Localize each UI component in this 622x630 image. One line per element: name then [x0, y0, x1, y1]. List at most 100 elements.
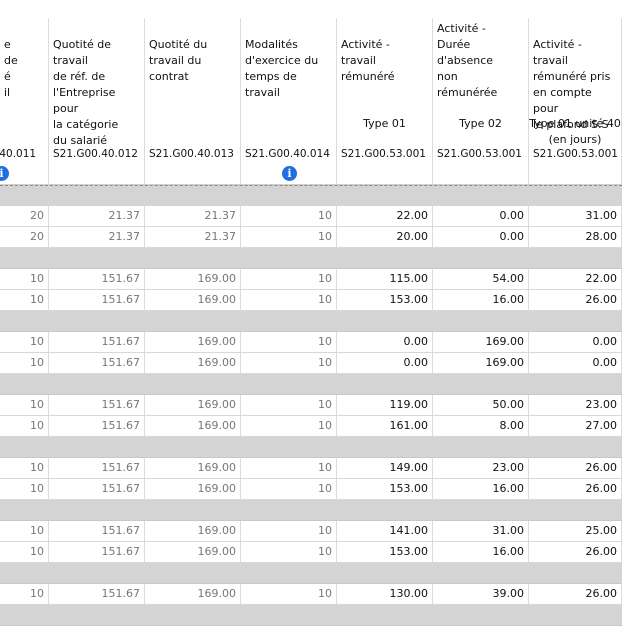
table-cell: 169.00 — [145, 521, 241, 541]
column-code: S21.G00.53.001 — [533, 148, 618, 160]
table-cell: 10 — [241, 458, 337, 478]
table-cell: 130.00 — [337, 584, 433, 604]
header-separator-row — [0, 185, 622, 206]
table-cell: 10 — [241, 395, 337, 415]
table-cell: 26.00 — [529, 542, 622, 562]
table-cell: 141.00 — [337, 521, 433, 541]
table-cell: 20 — [0, 206, 49, 226]
table-row[interactable]: 10 151.67 169.00 10 149.00 23.00 26.00 — [0, 458, 622, 479]
table-row[interactable]: 10 151.67 169.00 10 153.00 16.00 26.00 — [0, 542, 622, 563]
table-cell: 169.00 — [145, 269, 241, 289]
table-cell: 151.67 — [49, 584, 145, 604]
column-header-1[interactable]: Quotité de travail de réf. de l'Entrepri… — [49, 18, 145, 184]
table-cell: 10 — [0, 395, 49, 415]
column-code: .40.011 — [0, 148, 37, 160]
table-cell: 169.00 — [145, 479, 241, 499]
table-cell: 161.00 — [337, 416, 433, 436]
table-row[interactable]: 10 151.67 169.00 10 119.00 50.00 23.00 — [0, 395, 622, 416]
table-cell: 153.00 — [337, 290, 433, 310]
table-cell: 10 — [241, 521, 337, 541]
column-code: S21.G00.53.001 — [437, 148, 522, 160]
table-cell: 10 — [0, 521, 49, 541]
column-header-0[interactable]: e de é il .40.011 i — [0, 18, 49, 184]
column-title: e de é il — [4, 38, 18, 99]
table-cell: 16.00 — [433, 290, 529, 310]
table-cell: 169.00 — [433, 332, 529, 352]
table-cell: 169.00 — [145, 458, 241, 478]
table-cell: 169.00 — [145, 542, 241, 562]
column-header-6[interactable]: Activité - travail rémunéré pris en comp… — [529, 18, 622, 184]
table-cell: 20 — [0, 227, 49, 247]
table-cell: 151.67 — [49, 479, 145, 499]
group-separator-row — [0, 437, 622, 458]
table-cell: 10 — [0, 290, 49, 310]
grid-body: 20 21.37 21.37 10 22.00 0.00 31.00 20 21.37 21.37… — [0, 206, 622, 626]
table-cell: 0.00 — [337, 353, 433, 373]
table-cell: 26.00 — [529, 458, 622, 478]
column-header-2[interactable]: Quotité du travail du contrat S21.G00.40.… — [145, 18, 241, 184]
group-separator-row — [0, 374, 622, 395]
table-cell: 20.00 — [337, 227, 433, 247]
column-header-5[interactable]: Activité - Durée d'absence non rémunérée… — [433, 18, 529, 184]
table-cell: 0.00 — [337, 332, 433, 352]
table-row[interactable]: 10 151.67 169.00 10 153.00 16.00 26.00 — [0, 290, 622, 311]
info-icon[interactable]: i — [282, 166, 297, 181]
table-cell: 10 — [0, 458, 49, 478]
table-cell: 27.00 — [529, 416, 622, 436]
table-cell: 10 — [241, 353, 337, 373]
table-cell: 16.00 — [433, 542, 529, 562]
table-cell: 21.37 — [49, 206, 145, 226]
table-cell: 8.00 — [433, 416, 529, 436]
table-cell: 0.00 — [433, 206, 529, 226]
column-header-4[interactable]: Activité - travail rémunéré Type 01 S21.G0… — [337, 18, 433, 184]
column-title: Activité - Durée d'absence non rémunérée — [437, 22, 498, 99]
column-code: S21.G00.53.001 — [341, 148, 426, 160]
column-type: Type 01 — [363, 117, 406, 130]
column-title: Quotité du travail du contrat — [149, 38, 208, 83]
table-cell: 22.00 — [529, 269, 622, 289]
group-separator-row — [0, 500, 622, 521]
table-cell: 151.67 — [49, 458, 145, 478]
table-cell: 54.00 — [433, 269, 529, 289]
group-separator-row — [0, 605, 622, 626]
table-row[interactable]: 10 151.67 169.00 10 141.00 31.00 25.00 — [0, 521, 622, 542]
table-cell: 153.00 — [337, 542, 433, 562]
table-row[interactable]: 20 21.37 21.37 10 20.00 0.00 28.00 — [0, 227, 622, 248]
column-title: Quotité de travail de réf. de l'Entrepri… — [53, 38, 119, 147]
table-row[interactable]: 10 151.67 169.00 10 161.00 8.00 27.00 — [0, 416, 622, 437]
table-cell: 169.00 — [145, 584, 241, 604]
table-cell: 151.67 — [49, 269, 145, 289]
table-cell: 10 — [0, 542, 49, 562]
column-header-3[interactable]: Modalités d'exercice du temps de travail… — [241, 18, 337, 184]
table-cell: 23.00 — [529, 395, 622, 415]
column-type: Type 02 — [459, 117, 502, 130]
table-cell: 10 — [0, 416, 49, 436]
table-row[interactable]: 10 151.67 169.00 10 0.00 169.00 0.00 — [0, 332, 622, 353]
table-row[interactable]: 20 21.37 21.37 10 22.00 0.00 31.00 — [0, 206, 622, 227]
column-code: S21.G00.40.012 — [53, 148, 138, 160]
table-cell: 10 — [241, 542, 337, 562]
table-cell: 10 — [0, 269, 49, 289]
table-row[interactable]: 10 151.67 169.00 10 153.00 16.00 26.00 — [0, 479, 622, 500]
data-grid: e de é il .40.011 i Quotité de travail de r… — [0, 18, 622, 626]
table-row[interactable]: 10 151.67 169.00 10 115.00 54.00 22.00 — [0, 269, 622, 290]
table-cell: 169.00 — [145, 395, 241, 415]
table-row[interactable]: 10 151.67 169.00 10 130.00 39.00 26.00 — [0, 584, 622, 605]
column-title: Modalités d'exercice du temps de travail — [245, 38, 319, 99]
column-title: Activité - travail rémunéré — [341, 38, 395, 83]
table-cell: 10 — [241, 584, 337, 604]
table-cell: 39.00 — [433, 584, 529, 604]
column-type: Type 01 unité 40 (en jours) — [529, 117, 621, 146]
table-cell: 115.00 — [337, 269, 433, 289]
table-cell: 10 — [241, 332, 337, 352]
info-icon[interactable]: i — [0, 166, 9, 181]
table-cell: 10 — [0, 479, 49, 499]
column-code: S21.G00.40.014 — [245, 148, 330, 160]
table-cell: 151.67 — [49, 290, 145, 310]
table-cell: 10 — [241, 290, 337, 310]
table-cell: 169.00 — [145, 332, 241, 352]
group-separator-row — [0, 563, 622, 584]
column-code: S21.G00.40.013 — [149, 148, 234, 160]
table-cell: 169.00 — [433, 353, 529, 373]
table-row[interactable]: 10 151.67 169.00 10 0.00 169.00 0.00 — [0, 353, 622, 374]
